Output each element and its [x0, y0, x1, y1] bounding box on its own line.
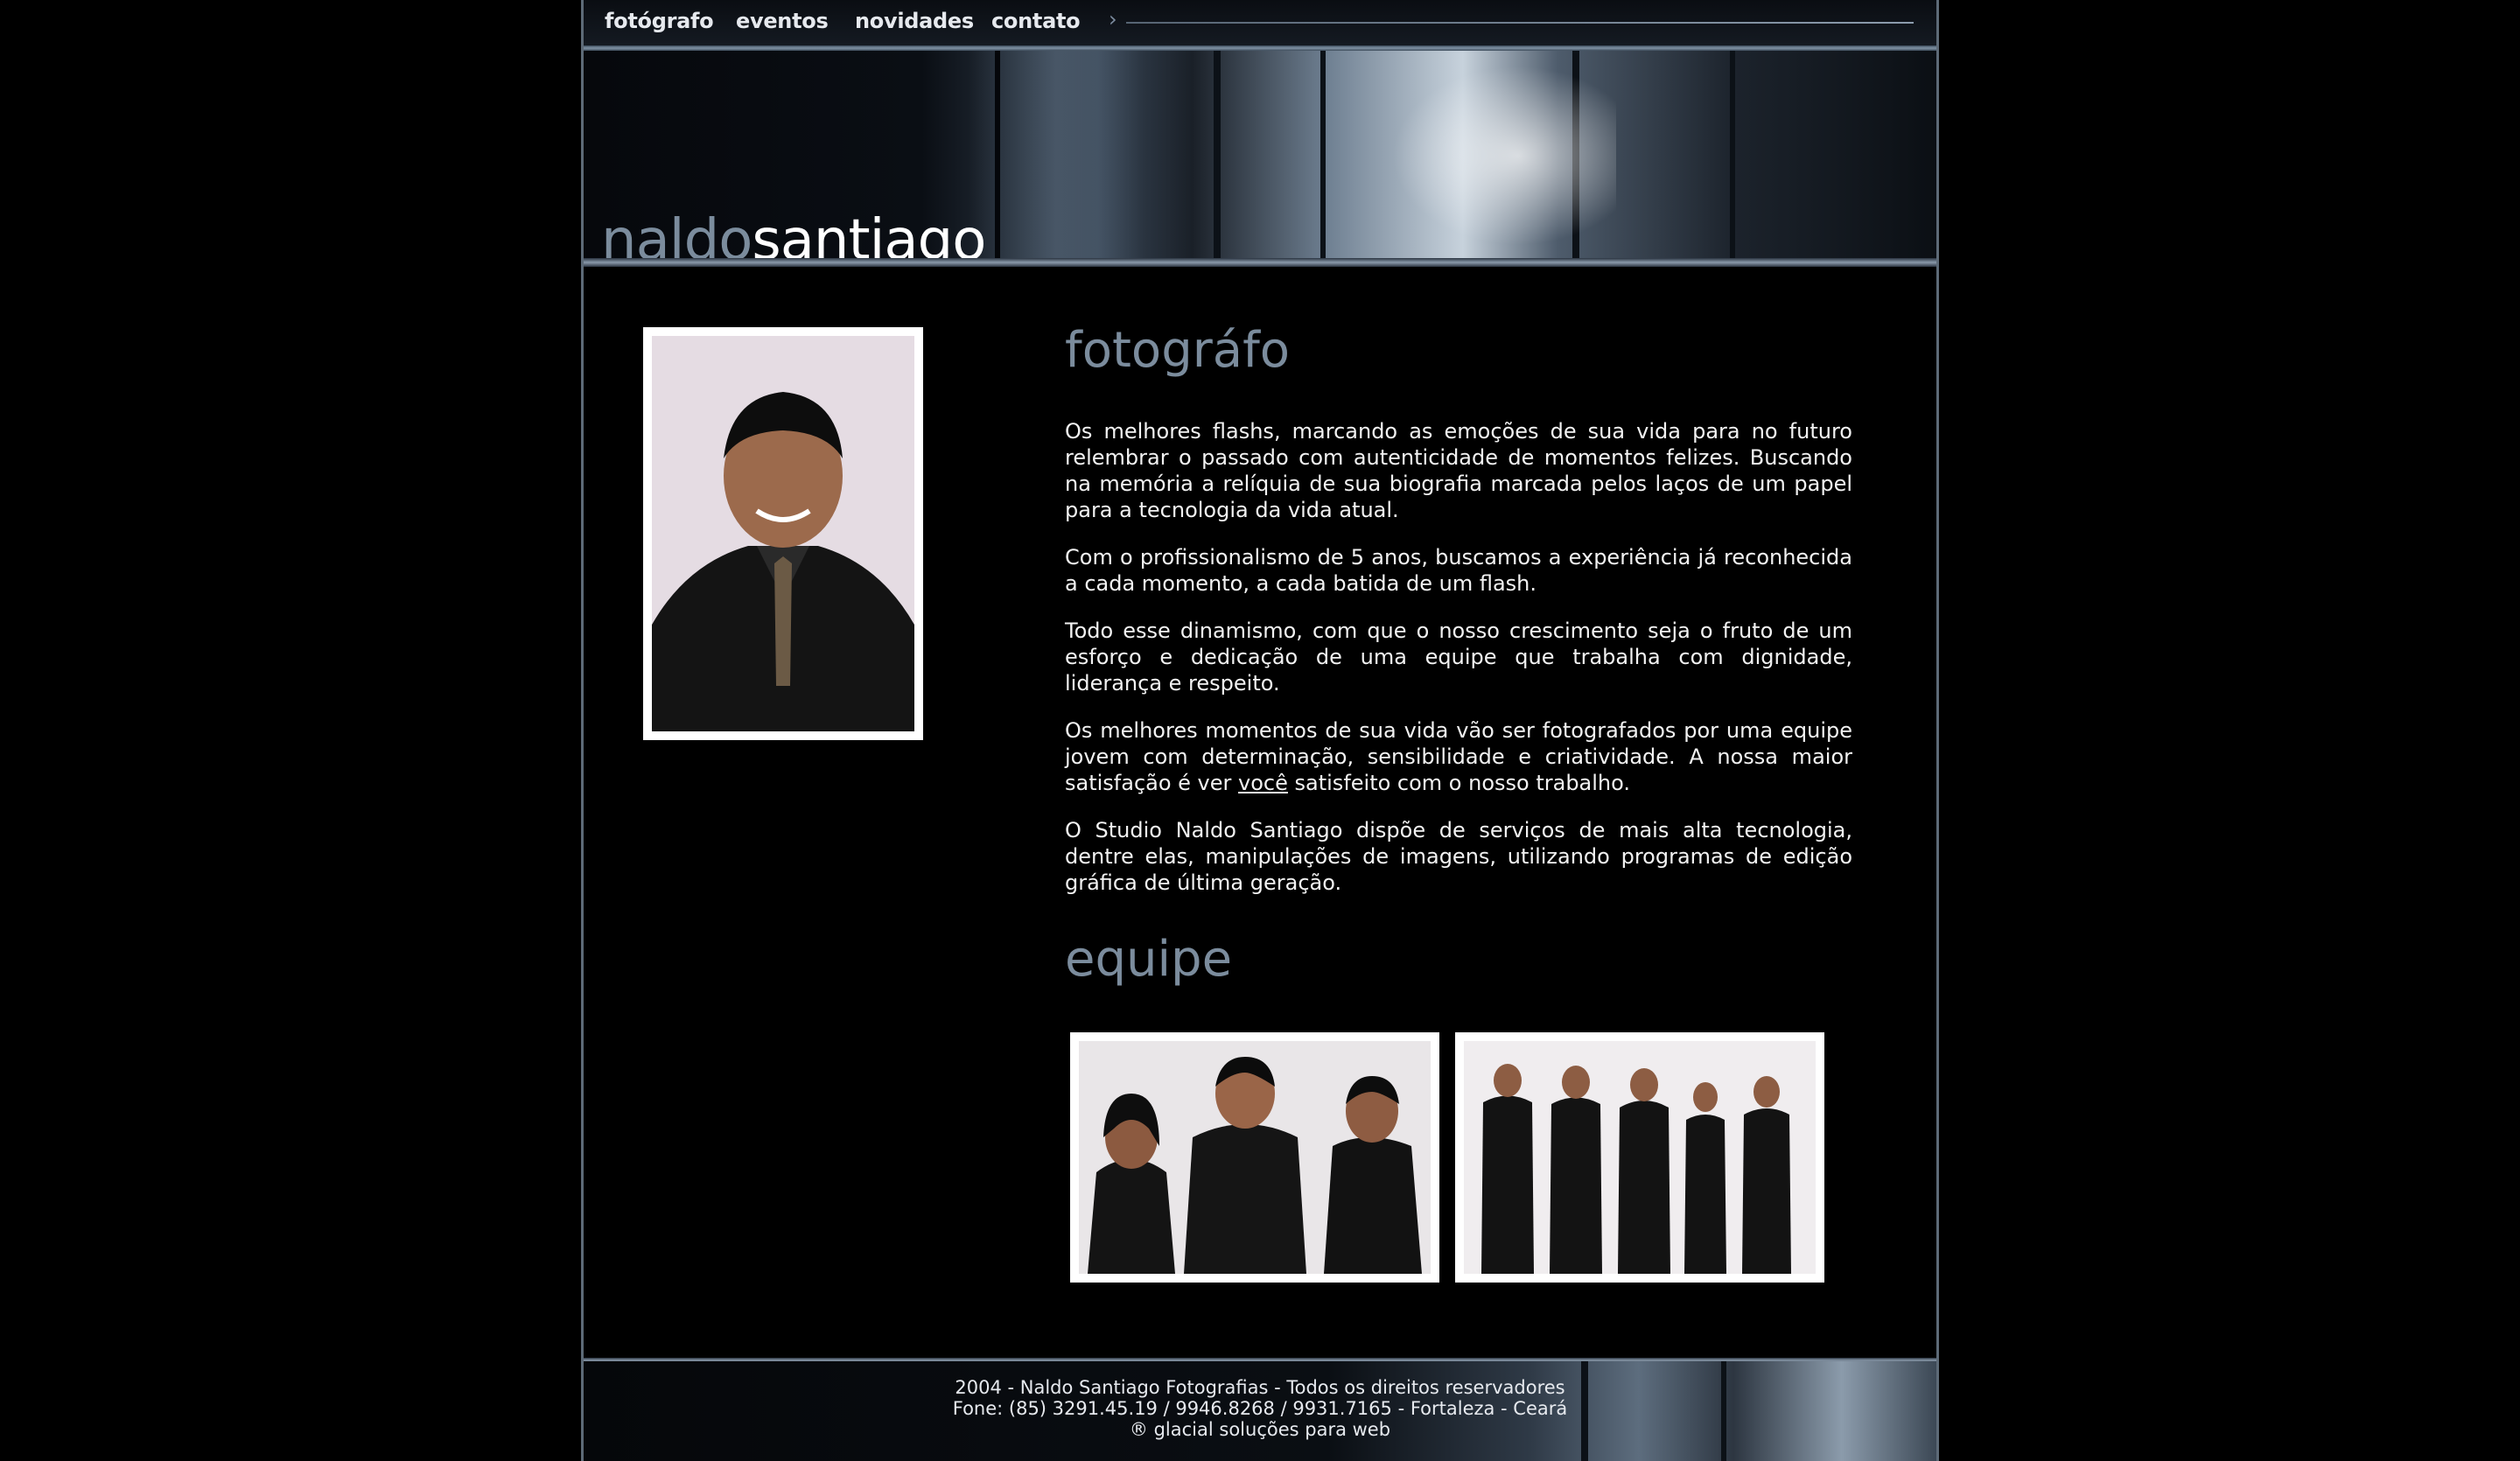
footer-copyright: 2004 - Naldo Santiago Fotografias - Todo…	[955, 1377, 1565, 1398]
banner-bar	[1320, 51, 1326, 261]
team-image-2	[1464, 1041, 1816, 1274]
chevron-right-icon: ›	[1109, 7, 1117, 31]
nav-divider	[1126, 22, 1914, 24]
paragraph-1: Os melhores flashs, marcando as emoções …	[1065, 419, 1852, 522]
paragraph-3: Todo esse dinamismo, com que o nosso cre…	[1065, 619, 1852, 696]
logo-part-santiago: santiago	[752, 208, 986, 261]
footer-text: 2004 - Naldo Santiago Fotografias - Todo…	[584, 1377, 1936, 1440]
team-image-1	[1079, 1041, 1431, 1274]
group-photo-icon	[1079, 1041, 1431, 1274]
footer-credit[interactable]: ® glacial soluções para web	[584, 1419, 1936, 1440]
group-photo-icon	[1464, 1041, 1816, 1274]
paragraph-4-text-after: satisfeito com o nosso trabalho.	[1287, 771, 1631, 795]
banner-bar	[1730, 51, 1735, 261]
portrait-image	[652, 336, 914, 731]
person-portrait-icon	[652, 336, 914, 731]
nav-item-contato[interactable]: contato	[991, 9, 1081, 33]
section-title-equipe: equipe	[1065, 931, 1233, 988]
paragraph-5: O Studio Naldo Santiago dispõe de serviç…	[1065, 818, 1852, 895]
paragraph-2: Com o profissionalismo de 5 anos, buscam…	[1065, 545, 1852, 596]
banner-bar	[1214, 51, 1221, 261]
footer: 2004 - Naldo Santiago Fotografias - Todo…	[584, 1361, 1936, 1461]
nav-item-novidades[interactable]: novidades	[855, 9, 974, 33]
banner-bar	[995, 51, 1000, 261]
banner-glow	[1371, 51, 1616, 261]
portrait-photo	[643, 327, 923, 740]
site-logo[interactable]: naldosantiago	[601, 208, 986, 261]
main-content: Os melhores flashs, marcando as emoções …	[1065, 418, 1852, 917]
paragraph-4: Os melhores momentos de sua vida vão ser…	[1065, 717, 1852, 796]
team-photo-2[interactable]	[1455, 1032, 1824, 1283]
voce-link[interactable]: você	[1238, 771, 1288, 795]
section-title-fotografo: fotográfo	[1065, 322, 1291, 379]
team-photo-1[interactable]	[1070, 1032, 1439, 1283]
top-nav: fotógrafo eventos novidades contato ›	[584, 0, 1936, 49]
nav-item-fotografo[interactable]: fotógrafo	[605, 9, 714, 33]
header-banner: naldosantiago	[584, 51, 1936, 261]
nav-item-eventos[interactable]: eventos	[736, 9, 829, 33]
page-container: fotógrafo eventos novidades contato › na…	[581, 0, 1939, 1461]
logo-part-naldo: naldo	[601, 208, 752, 261]
banner-separator	[584, 258, 1936, 267]
footer-phone: Fone: (85) 3291.45.19 / 9946.8268 / 9931…	[952, 1398, 1568, 1419]
